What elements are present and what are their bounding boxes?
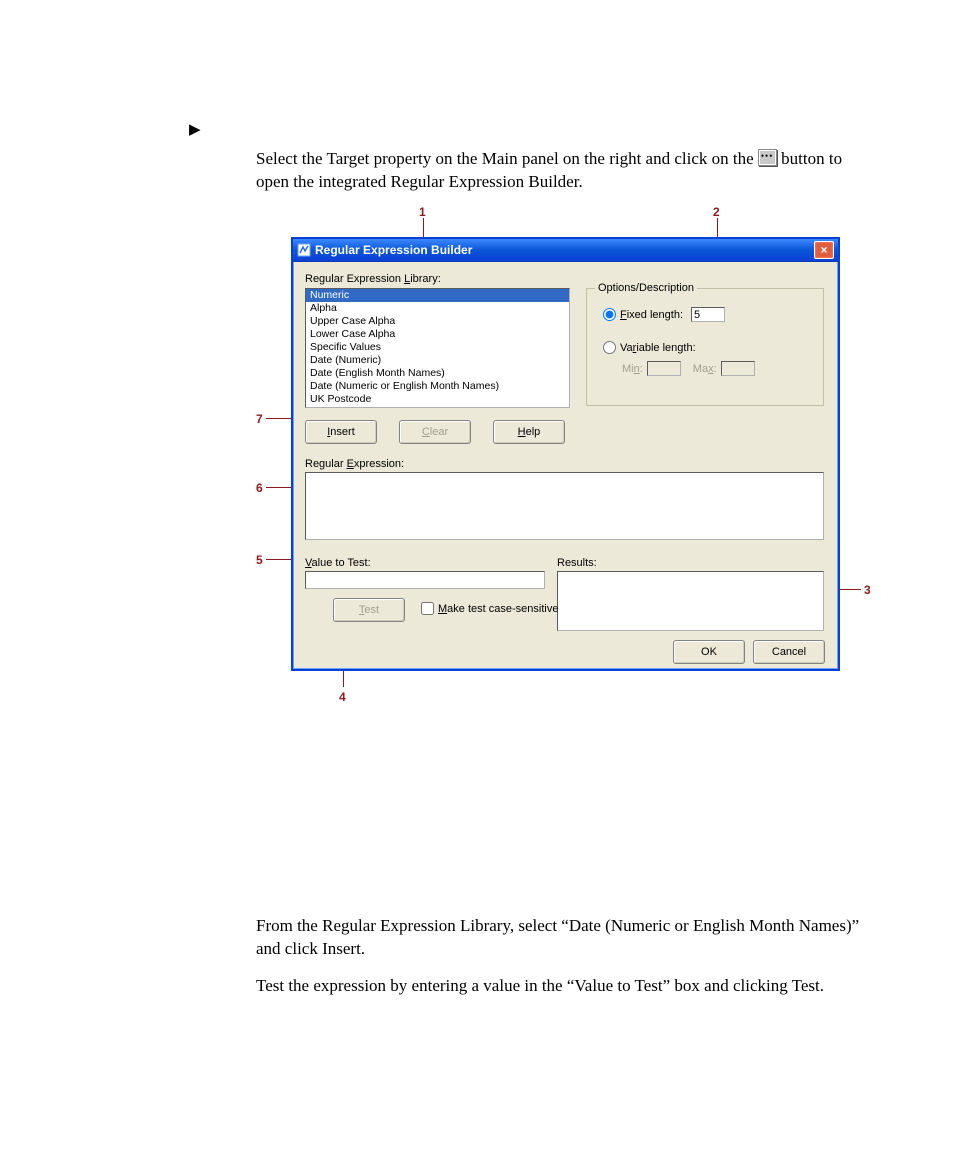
options-groupbox: Options/Description Fixed length: Variab… — [586, 288, 824, 406]
app-icon — [297, 243, 311, 257]
help-button[interactable]: Help — [493, 420, 565, 444]
fixed-length-row: Fixed length: — [603, 307, 725, 322]
library-label: Regular Expression Library: — [305, 273, 441, 285]
regex-u: E — [347, 458, 354, 470]
results-label: Results: — [557, 557, 597, 569]
dialog-body: Regular Expression Library: Numeric Alph… — [293, 262, 838, 668]
clear-u: C — [422, 426, 430, 438]
case-sensitive-checkbox[interactable] — [421, 602, 434, 615]
library-item-uk-postcode[interactable]: UK Postcode — [306, 393, 569, 406]
min-post: : — [640, 363, 643, 375]
paragraph-3: Test the expression by entering a value … — [256, 975, 866, 998]
test-button[interactable]: Test — [333, 598, 405, 622]
regex-post: xpression: — [354, 458, 404, 470]
ellipsis-icon — [758, 149, 777, 166]
library-item-uk-postcode-adv[interactable]: UK Postcode (Advanced) — [306, 406, 569, 408]
fixed-length-input[interactable] — [691, 307, 725, 322]
close-icon: × — [820, 243, 827, 257]
variable-length-label: Variable length: — [620, 342, 696, 354]
close-button[interactable]: × — [814, 241, 834, 259]
callout-3: 3 — [864, 583, 871, 597]
library-item-lower-alpha[interactable]: Lower Case Alpha — [306, 328, 569, 341]
library-label-post: ibrary: — [410, 273, 441, 285]
var-pre: Va — [620, 342, 633, 354]
min-input — [647, 361, 681, 376]
case-sensitive-row: Make test case-sensitive — [421, 602, 558, 615]
cbx-u: M — [438, 603, 447, 615]
clear-post: lear — [430, 426, 448, 438]
max-label: Max: — [693, 363, 717, 375]
callout-5: 5 — [256, 553, 263, 567]
min-label: Min: — [622, 363, 643, 375]
var-post: iable length: — [636, 342, 695, 354]
cbx-post: ake test case-sensitive — [447, 603, 558, 615]
library-item-numeric[interactable]: Numeric — [306, 289, 569, 302]
fixed-length-label: Fixed length: — [620, 309, 683, 321]
paragraph-1: Select the Target property on the Main p… — [256, 148, 866, 194]
variable-length-row: Variable length: — [603, 341, 696, 354]
callout-line-7 — [266, 418, 294, 419]
figure-regex-builder: 1 2 3 4 5 6 7 Regular Expression Builder… — [256, 205, 876, 700]
bullet-arrow: ▶ — [189, 120, 201, 139]
ok-button[interactable]: OK — [673, 640, 745, 664]
variable-length-radio[interactable] — [603, 341, 616, 354]
callout-4: 4 — [339, 690, 346, 704]
insert-button[interactable]: Insert — [305, 420, 377, 444]
dialog-title: Regular Expression Builder — [315, 243, 814, 257]
fixed-label-u: F — [620, 309, 627, 321]
options-legend: Options/Description — [595, 282, 697, 294]
callout-6: 6 — [256, 481, 263, 495]
min-max-row: Min: Max: — [622, 361, 755, 376]
case-sensitive-label: Make test case-sensitive — [438, 603, 558, 615]
regex-builder-dialog: Regular Expression Builder × Regular Exp… — [291, 237, 840, 671]
value-to-test-input[interactable] — [305, 571, 545, 589]
callout-1: 1 — [419, 205, 426, 219]
results-box — [557, 571, 824, 631]
fixed-length-radio[interactable] — [603, 308, 616, 321]
library-item-date-mixed[interactable]: Date (Numeric or English Month Names) — [306, 380, 569, 393]
library-item-upper-alpha[interactable]: Upper Case Alpha — [306, 315, 569, 328]
callout-2: 2 — [713, 205, 720, 219]
regex-label: Regular Expression: — [305, 458, 404, 470]
help-u: H — [518, 426, 526, 438]
paragraph-1a: Select the Target property on the Main p… — [256, 149, 758, 168]
clear-button[interactable]: Clear — [399, 420, 471, 444]
help-post: elp — [526, 426, 541, 438]
library-item-specific-values[interactable]: Specific Values — [306, 341, 569, 354]
regex-pre: Regular — [305, 458, 347, 470]
library-label-pre: Regular Expression — [305, 273, 404, 285]
max-pre: Ma — [693, 363, 708, 375]
paragraph-2: From the Regular Expression Library, sel… — [256, 915, 866, 961]
cancel-button[interactable]: Cancel — [753, 640, 825, 664]
titlebar[interactable]: Regular Expression Builder × — [293, 239, 838, 262]
library-item-date-numeric[interactable]: Date (Numeric) — [306, 354, 569, 367]
library-item-date-english[interactable]: Date (English Month Names) — [306, 367, 569, 380]
callout-line-5 — [266, 559, 294, 560]
fixed-label-post: ixed length: — [627, 309, 683, 321]
library-item-alpha[interactable]: Alpha — [306, 302, 569, 315]
regex-textarea[interactable] — [305, 472, 824, 540]
insert-post: nsert — [330, 426, 354, 438]
callout-line-6 — [266, 487, 294, 488]
vtt-post: alue to Test: — [312, 557, 371, 569]
max-post: : — [714, 363, 717, 375]
min-pre: Mi — [622, 363, 634, 375]
value-to-test-label: Value to Test: — [305, 557, 371, 569]
test-post: est — [364, 604, 379, 616]
max-input — [721, 361, 755, 376]
callout-7: 7 — [256, 412, 263, 426]
library-listbox[interactable]: Numeric Alpha Upper Case Alpha Lower Cas… — [305, 288, 570, 408]
